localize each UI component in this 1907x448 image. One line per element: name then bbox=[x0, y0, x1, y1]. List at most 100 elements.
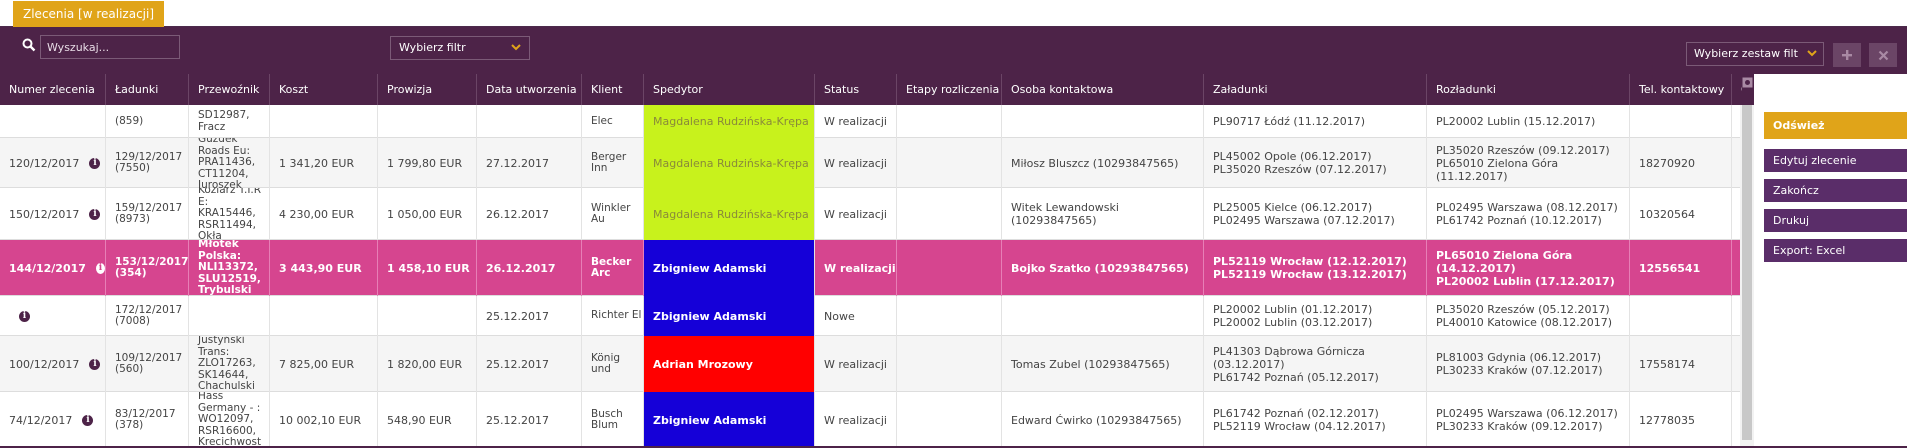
column-header[interactable]: Rozładunki bbox=[1427, 74, 1630, 105]
cell-text: W realizacji bbox=[824, 115, 887, 128]
cell-text: 83/12/2017 (378) bbox=[115, 407, 176, 431]
column-header[interactable]: Tel. kontaktowy bbox=[1630, 74, 1732, 105]
scrollbar-thumb[interactable] bbox=[1742, 105, 1752, 440]
table-cell-nr: 144/12/2017 i bbox=[0, 240, 106, 296]
cell-text: 1 341,20 EUR bbox=[279, 156, 355, 170]
table-row[interactable]: 74/12/2017 i 83/12/2017 (378) Hass Germany … bbox=[0, 392, 1742, 448]
info-icon[interactable]: i bbox=[19, 310, 30, 322]
table-cell-zaladunki: PL61742 Poznań (02.12.2017) PL52119 Wroc… bbox=[1204, 392, 1427, 448]
table-cell-spedytor: Zbigniew Adamski bbox=[644, 392, 815, 448]
cell-text: 172/12/2017 (7008) bbox=[115, 303, 183, 327]
info-icon[interactable]: i bbox=[89, 208, 101, 220]
cell-text: Edward Ćwirko (10293847565) bbox=[1011, 413, 1182, 427]
cell-text: 4 230,00 EUR bbox=[279, 207, 355, 221]
cell-text: Bojko Szatko (10293847565) bbox=[1011, 261, 1189, 275]
table-row[interactable]: (859) SD12987, Fracz Elec Magdalena Rudzińs… bbox=[0, 105, 1742, 138]
add-filter-set-button[interactable] bbox=[1833, 43, 1861, 67]
chevron-down-icon bbox=[511, 44, 521, 51]
plus-icon bbox=[1842, 50, 1852, 60]
table-cell-przewoznik: SD12987, Fracz bbox=[189, 105, 270, 138]
table-cell-koszt: 1 341,20 EUR bbox=[270, 138, 378, 188]
table-cell-etapy bbox=[897, 336, 1002, 392]
tab-orders-in-progress[interactable]: Zlecenia [w realizacji] bbox=[13, 1, 165, 27]
column-header[interactable]: Ca bbox=[1732, 74, 1742, 105]
column-header[interactable]: Osoba kontaktowa bbox=[1002, 74, 1204, 105]
column-header[interactable]: Załadunki bbox=[1204, 74, 1427, 105]
cell-text: 3 443,90 EUR bbox=[279, 261, 362, 275]
info-icon[interactable]: i bbox=[89, 358, 101, 370]
table-cell-nr: 74/12/2017 i bbox=[0, 392, 106, 448]
cell-text: PL02495 Warszawa (06.12.2017) PL30233 Kr… bbox=[1436, 407, 1618, 433]
info-icon[interactable]: i bbox=[82, 414, 94, 426]
table-cell-status: W realizacji bbox=[815, 105, 897, 138]
table-cell-data bbox=[477, 105, 582, 138]
table-cell-przewoznik: Hass Germany - : WO12097, RSR16600, Krec… bbox=[189, 392, 270, 448]
filter-select[interactable]: Wybierz filtr bbox=[390, 36, 530, 60]
remove-filter-set-button[interactable] bbox=[1869, 43, 1897, 67]
cell-text: W realizacji bbox=[824, 357, 887, 371]
table-cell-klient: König und bbox=[582, 336, 644, 392]
cell-text: PL45002 Opole (06.12.2017) PL35020 Rzesz… bbox=[1213, 150, 1387, 176]
table-row[interactable]: i 172/12/2017 (7008) 25.12.2017 Richter El Z… bbox=[0, 296, 1742, 336]
table-row[interactable]: 150/12/2017 i 159/12/2017 (8973) Koziarz T.… bbox=[0, 188, 1742, 240]
column-header[interactable]: Spedytor bbox=[644, 74, 815, 105]
table-cell-etapy bbox=[897, 296, 1002, 336]
cell-text: 144/12/2017 bbox=[9, 261, 86, 275]
table-cell-osoba bbox=[1002, 296, 1204, 336]
info-icon[interactable]: i bbox=[89, 157, 101, 169]
finish-button[interactable]: Zakończ bbox=[1764, 179, 1907, 202]
column-header[interactable]: Numer zlecenia bbox=[0, 74, 106, 105]
cell-text: 1 820,00 EUR bbox=[387, 357, 463, 371]
cell-text: Magdalena Rudzińska-Krępa bbox=[653, 115, 809, 128]
column-header[interactable]: Etapy rozliczenia bbox=[897, 74, 1002, 105]
table-cell-zaladunki: PL20002 Lublin (01.12.2017) PL20002 Lubl… bbox=[1204, 296, 1427, 336]
cell-text: 120/12/2017 bbox=[9, 156, 80, 170]
table-cell-tel: 12556541 bbox=[1630, 240, 1732, 296]
cell-text: 129/12/2017 (7550) bbox=[115, 150, 183, 174]
table-cell-data: 25.12.2017 bbox=[477, 336, 582, 392]
column-header[interactable]: Koszt bbox=[270, 74, 378, 105]
column-header[interactable]: Ładunki bbox=[106, 74, 189, 105]
vertical-scrollbar[interactable] bbox=[1740, 105, 1754, 448]
table-cell-ladunki: 153/12/2017 (354) bbox=[106, 240, 189, 296]
column-header[interactable]: Przewoźnik bbox=[189, 74, 270, 105]
table-cell-status: W realizacji bbox=[815, 336, 897, 392]
print-button[interactable]: Drukuj bbox=[1764, 209, 1907, 232]
table-row[interactable]: 144/12/2017 i 153/12/2017 (354) Młotek Pols… bbox=[0, 240, 1742, 296]
export-excel-button[interactable]: Export: Excel bbox=[1764, 239, 1907, 262]
table-row[interactable]: 100/12/2017 i 109/12/2017 (560) Justyński T… bbox=[0, 336, 1742, 392]
filter-set-select[interactable]: Wybierz zestaw filt bbox=[1686, 42, 1824, 66]
cell-text: 150/12/2017 bbox=[9, 207, 80, 221]
cell-text: 7 825,00 EUR bbox=[279, 357, 355, 371]
table-cell-etapy bbox=[897, 188, 1002, 240]
gear-icon[interactable] bbox=[1742, 77, 1753, 88]
search-input[interactable] bbox=[40, 35, 180, 59]
table-cell-zaladunki: PL90717 Łódź (11.12.2017) bbox=[1204, 105, 1427, 138]
edit-order-button[interactable]: Edytuj zlecenie bbox=[1764, 149, 1907, 172]
table-row[interactable]: 120/12/2017 i 129/12/2017 (7550) Guzdek Roa… bbox=[0, 138, 1742, 188]
x-icon bbox=[1878, 50, 1888, 60]
column-header[interactable]: Data utworzenia bbox=[477, 74, 582, 105]
table-cell-data: 27.12.2017 bbox=[477, 138, 582, 188]
cell-text: Zbigniew Adamski bbox=[653, 309, 767, 323]
cell-text: 27.12.2017 bbox=[486, 156, 549, 170]
table-cell-spedytor: Magdalena Rudzińska-Krępa bbox=[644, 105, 815, 138]
cell-text: PL90717 Łódź (11.12.2017) bbox=[1213, 115, 1365, 128]
column-header[interactable]: Prowizja bbox=[378, 74, 477, 105]
info-icon[interactable]: i bbox=[95, 262, 105, 274]
column-header[interactable]: Klient bbox=[582, 74, 644, 105]
table-cell-status: Nowe bbox=[815, 296, 897, 336]
search-box bbox=[22, 35, 180, 59]
filter-set-label: Wybierz zestaw filt bbox=[1694, 47, 1798, 60]
table-cell-tel: 18270920 bbox=[1630, 138, 1732, 188]
table-cell-spedytor: Zbigniew Adamski bbox=[644, 240, 815, 296]
refresh-button[interactable]: Odśwież bbox=[1764, 112, 1907, 139]
table-cell-klient: Busch Blum bbox=[582, 392, 644, 448]
table-cell-osoba bbox=[1002, 105, 1204, 138]
cell-text: 12556541 bbox=[1639, 261, 1701, 275]
table-cell-klient: Elec bbox=[582, 105, 644, 138]
cell-text: Richter El bbox=[591, 309, 642, 322]
table-cell-prowizja: 1 458,10 EUR bbox=[378, 240, 477, 296]
table-cell-spedytor: Adrian Mrozowy bbox=[644, 336, 815, 392]
column-header[interactable]: Status bbox=[815, 74, 897, 105]
